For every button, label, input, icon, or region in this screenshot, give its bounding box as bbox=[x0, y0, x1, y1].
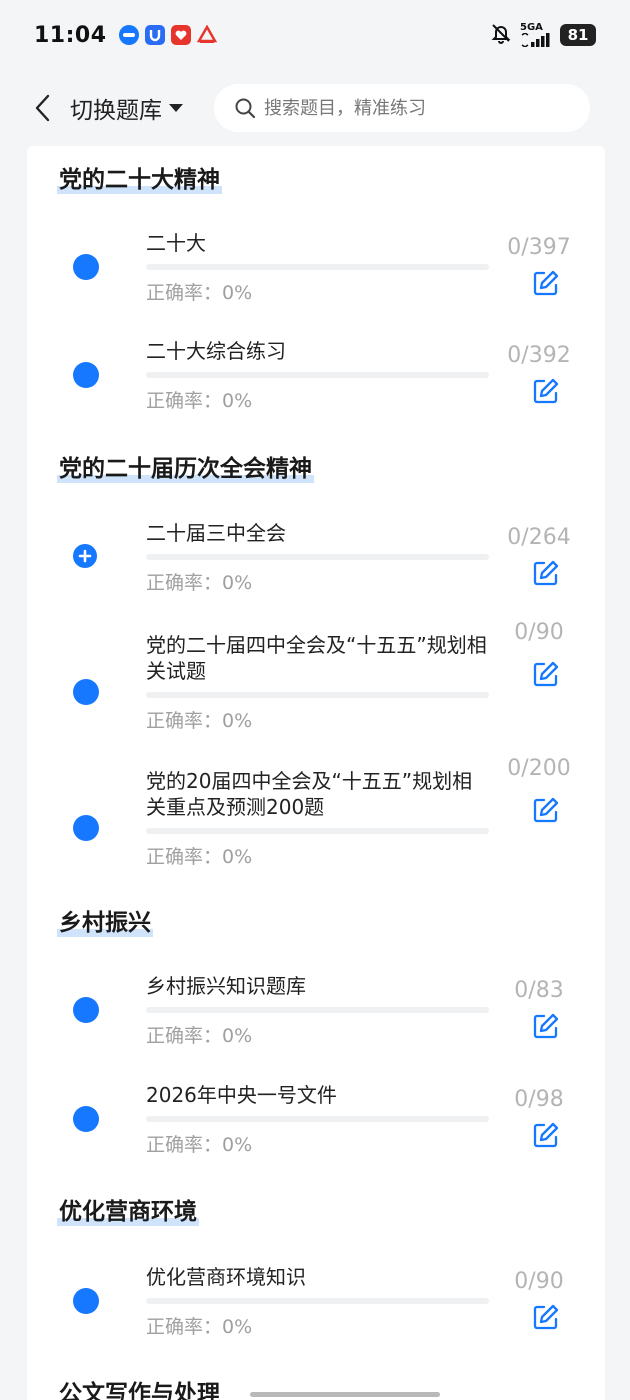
switch-bank-dropdown[interactable]: 切换题库 bbox=[70, 91, 184, 125]
edit-icon[interactable] bbox=[532, 1303, 560, 1331]
progress-bar bbox=[146, 1298, 489, 1304]
accuracy-label: 正确率：0% bbox=[146, 1316, 253, 1338]
list-item[interactable]: 党的二十届四中全会及“十五五”规划相关试题正确率：0% 0/90 bbox=[27, 616, 605, 746]
caret-down-icon bbox=[169, 104, 183, 112]
accuracy-label: 正确率：0% bbox=[146, 282, 253, 304]
chevron-left-icon bbox=[35, 94, 50, 122]
progress-bar bbox=[146, 372, 489, 378]
edit-icon[interactable] bbox=[532, 269, 560, 297]
bullet-dot-icon[interactable] bbox=[73, 997, 99, 1023]
item-name: 优化营商环境知识 bbox=[146, 1265, 306, 1289]
progress-bar bbox=[146, 692, 489, 698]
triangle-app-icon bbox=[196, 25, 217, 45]
accuracy-label: 正确率：0% bbox=[146, 1134, 253, 1156]
page: 11:04 5GA 81 切换题库 搜索题目，精准练习 党的二十大精神 二十大 … bbox=[0, 0, 630, 1400]
edit-icon[interactable] bbox=[532, 1121, 560, 1149]
search-input[interactable] bbox=[264, 97, 584, 119]
question-bank-list: 党的二十大精神二十大正确率：0% 0/397 二十大综合练习 正确率：0% 0/392 党… bbox=[27, 146, 605, 1400]
progress-bar bbox=[146, 828, 489, 834]
scroll-indicator[interactable] bbox=[250, 1392, 440, 1397]
status-bar: 11:04 5GA 81 bbox=[0, 0, 630, 70]
edit-icon[interactable] bbox=[532, 377, 560, 405]
item-name: 党的二十届四中全会及“十五五”规划相关试题 bbox=[146, 633, 487, 683]
accuracy-label: 正确率：0% bbox=[146, 572, 253, 594]
section-title: 公文写作与处理 bbox=[57, 1374, 222, 1400]
expand-plus-icon[interactable] bbox=[73, 544, 97, 568]
accuracy-label: 正确率：0% bbox=[146, 390, 253, 412]
item-name: 二十大 bbox=[146, 231, 206, 255]
section-title: 乡村振兴 bbox=[57, 903, 153, 937]
item-name: 二十大综合练习 bbox=[146, 339, 286, 363]
list-item[interactable]: 二十大综合练习 正确率：0% 0/392 bbox=[27, 322, 605, 417]
back-button[interactable] bbox=[22, 83, 62, 133]
bell-muted-icon bbox=[490, 22, 512, 48]
accuracy-label: 正确率：0% bbox=[146, 1025, 253, 1047]
status-right: 5GA 81 bbox=[490, 22, 596, 48]
network-label: 5GA bbox=[520, 22, 543, 33]
search-icon bbox=[235, 98, 256, 119]
progress-count: 0/90 bbox=[514, 1269, 564, 1294]
section-title: 优化营商环境 bbox=[57, 1192, 199, 1226]
progress-count: 0/90 bbox=[514, 620, 564, 645]
u-app-icon bbox=[144, 25, 165, 45]
progress-count: 0/200 bbox=[507, 756, 571, 781]
item-name: 党的20届四中全会及“十五五”规划相关重点及预测200题 bbox=[146, 769, 473, 819]
list-item[interactable]: 二十大正确率：0% 0/397 bbox=[27, 214, 605, 309]
minus-app-icon bbox=[118, 25, 139, 45]
list-item[interactable]: 二十届三中全会 正确率：0% 0/264 bbox=[27, 504, 605, 599]
bullet-dot-icon[interactable] bbox=[73, 1288, 99, 1314]
item-name: 2026年中央一号文件 bbox=[146, 1083, 337, 1107]
status-time: 11:04 bbox=[34, 22, 107, 48]
progress-count: 0/83 bbox=[514, 978, 564, 1003]
switch-bank-title: 切换题库 bbox=[70, 98, 162, 124]
progress-count: 0/264 bbox=[507, 525, 571, 550]
list-item[interactable]: 乡村振兴知识题库 正确率：0% 0/83 bbox=[27, 957, 605, 1052]
search-box[interactable] bbox=[214, 84, 590, 132]
bullet-dot-icon[interactable] bbox=[73, 362, 99, 388]
network-indicator: 5GA bbox=[520, 23, 552, 47]
list-item[interactable]: 党的20届四中全会及“十五五”规划相关重点及预测200题正确率：0% 0/200 bbox=[27, 752, 605, 882]
accuracy-label: 正确率：0% bbox=[146, 710, 253, 732]
list-item[interactable]: 2026年中央一号文件 正确率：0% 0/98 bbox=[27, 1066, 605, 1161]
bullet-dot-icon[interactable] bbox=[73, 1106, 99, 1132]
progress-count: 0/98 bbox=[514, 1087, 564, 1112]
progress-bar bbox=[146, 1116, 489, 1122]
item-name: 二十届三中全会 bbox=[146, 521, 286, 545]
progress-bar bbox=[146, 554, 489, 560]
header: 切换题库 bbox=[0, 80, 630, 136]
section-title: 党的二十大精神 bbox=[57, 160, 222, 194]
edit-icon[interactable] bbox=[532, 559, 560, 587]
heart-app-icon bbox=[170, 25, 191, 45]
accuracy-label: 正确率：0% bbox=[146, 846, 253, 868]
edit-icon[interactable] bbox=[532, 1012, 560, 1040]
battery-indicator: 81 bbox=[560, 24, 596, 46]
progress-bar bbox=[146, 1007, 489, 1013]
edit-icon[interactable] bbox=[532, 660, 560, 688]
edit-icon[interactable] bbox=[532, 796, 560, 824]
section-title: 党的二十届历次全会精神 bbox=[57, 449, 314, 483]
status-app-icons bbox=[118, 25, 217, 45]
bullet-dot-icon[interactable] bbox=[73, 815, 99, 841]
bullet-dot-icon[interactable] bbox=[73, 254, 99, 280]
list-item[interactable]: 优化营商环境知识 正确率：0% 0/90 bbox=[27, 1248, 605, 1343]
progress-bar bbox=[146, 264, 489, 270]
bullet-dot-icon[interactable] bbox=[73, 679, 99, 705]
signal-icon bbox=[521, 33, 550, 47]
progress-count: 0/397 bbox=[507, 235, 571, 260]
progress-count: 0/392 bbox=[507, 343, 571, 368]
item-name: 乡村振兴知识题库 bbox=[146, 974, 306, 998]
